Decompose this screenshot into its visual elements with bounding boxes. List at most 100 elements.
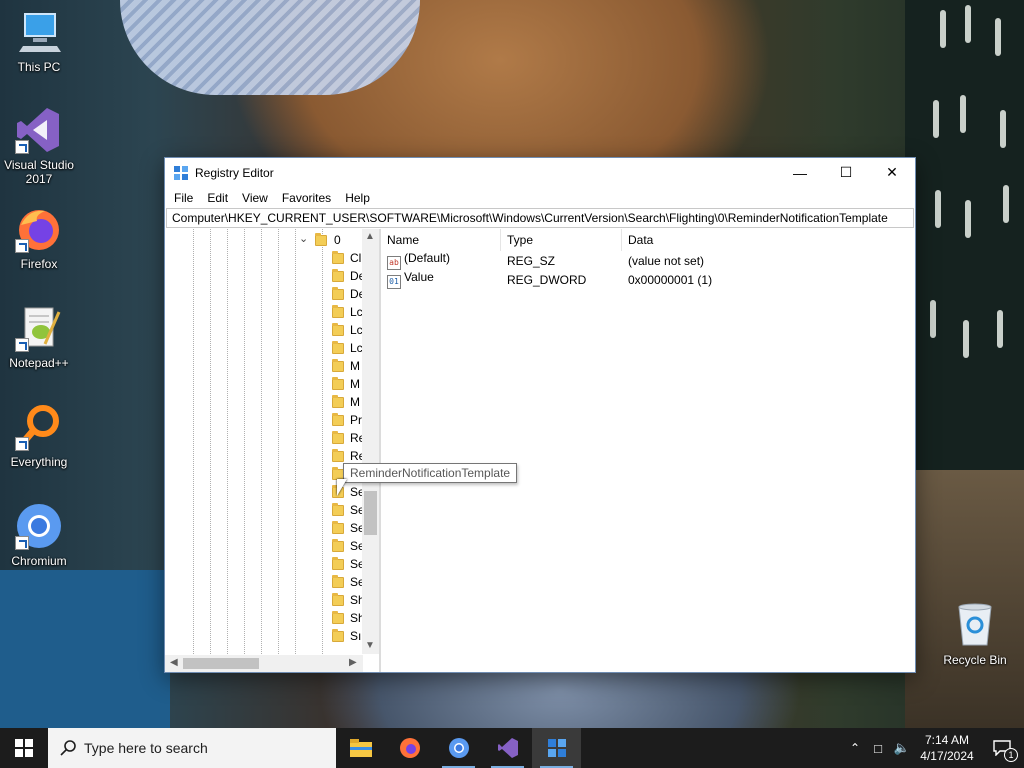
minimize-button[interactable]: — [777, 158, 823, 187]
menu-bar: File Edit View Favorites Help [165, 187, 915, 208]
taskbar-firefox[interactable] [385, 728, 434, 768]
folder-icon [332, 557, 344, 570]
tree-item[interactable]: Lc [165, 321, 365, 339]
taskbar-visual-studio[interactable] [483, 728, 532, 768]
windows-logo-icon [15, 739, 33, 757]
tree-item-label: Sı [350, 629, 362, 643]
value-row-value[interactable]: 01 Value REG_DWORD 0x00000001 (1) [381, 270, 915, 289]
tree-item[interactable]: Se [165, 483, 365, 501]
folder-icon [332, 251, 344, 264]
desktop-icon-this-pc[interactable]: This PC [0, 8, 78, 74]
menu-file[interactable]: File [167, 191, 200, 205]
tree-item[interactable]: M [165, 393, 365, 411]
tree-item[interactable]: M [165, 375, 365, 393]
close-button[interactable]: ✕ [869, 158, 915, 187]
taskbar-registry-editor[interactable] [532, 728, 581, 768]
tree-item[interactable]: Se [165, 501, 365, 519]
tree-item[interactable]: De [165, 285, 365, 303]
title-bar[interactable]: Registry Editor — ☐ ✕ [165, 158, 915, 187]
column-header-data[interactable]: Data [622, 229, 822, 251]
tree-item[interactable]: Se [165, 519, 365, 537]
scroll-left-arrow-icon[interactable]: ◀ [170, 657, 178, 668]
tree-item-label: Se [350, 503, 362, 517]
tree-item[interactable]: Se [165, 555, 365, 573]
network-icon[interactable]: □ [866, 741, 890, 756]
action-center-button[interactable]: 1 [980, 728, 1024, 768]
firefox-icon [15, 205, 63, 253]
volume-muted-icon[interactable]: 🔈 [890, 740, 914, 756]
tree-vertical-scroll-thumb[interactable] [364, 491, 377, 535]
shortcut-arrow-icon [15, 239, 29, 253]
taskbar-search-box[interactable]: Type here to search [48, 728, 336, 768]
tree-horizontal-scrollbar[interactable]: ◀ ▶ [165, 655, 363, 672]
desktop-icon-label: Everything [10, 455, 68, 469]
tree-item[interactable]: De [165, 267, 365, 285]
chevron-down-icon[interactable]: ⌄ [299, 232, 308, 245]
tree-item[interactable]: Lc [165, 303, 365, 321]
taskbar: Type here to search ⌃ □ 🔈 7:14 AM 4/17/2… [0, 728, 1024, 768]
tree-item[interactable]: Cl [165, 249, 365, 267]
chevron-up-icon[interactable]: ⌃ [844, 741, 866, 755]
registry-editor-window[interactable]: Registry Editor — ☐ ✕ File Edit View Fav… [164, 157, 916, 673]
tree-vertical-scrollbar[interactable]: ▲ ▼ [362, 229, 379, 654]
desktop-icon-label: Visual Studio 2017 [4, 158, 74, 186]
shortcut-arrow-icon [15, 536, 29, 550]
tree-item[interactable]: Pr [165, 411, 365, 429]
tree-item[interactable]: Sh [165, 609, 365, 627]
scroll-down-arrow-icon[interactable]: ▼ [365, 640, 375, 651]
taskbar-chromium[interactable] [434, 728, 483, 768]
registry-editor-icon [547, 739, 566, 757]
menu-help[interactable]: Help [338, 191, 377, 205]
tree-item[interactable] [165, 465, 365, 483]
address-bar[interactable]: Computer\HKEY_CURRENT_USER\SOFTWARE\Micr… [166, 208, 914, 228]
desktop-icon-notepadpp[interactable]: Notepad++ [0, 304, 78, 370]
desktop-icon-label: Chromium [11, 554, 67, 568]
clock[interactable]: 7:14 AM 4/17/2024 [914, 732, 980, 764]
menu-view[interactable]: View [235, 191, 275, 205]
desktop-icon-recycle-bin[interactable]: Recycle Bin [936, 601, 1014, 667]
desktop-icon-chromium[interactable]: Chromium [0, 502, 78, 568]
desktop-icon-visual-studio[interactable]: Visual Studio 2017 [0, 106, 78, 186]
tree-item[interactable]: Re [165, 429, 365, 447]
value-row-default[interactable]: ab (Default) REG_SZ (value not set) [381, 251, 915, 270]
tree-item-0[interactable]: ⌄ 0 [165, 231, 365, 249]
column-header-name[interactable]: Name [381, 229, 501, 251]
folder-icon [332, 287, 344, 300]
desktop-icon-firefox[interactable]: Firefox [0, 205, 78, 271]
folder-icon [332, 449, 344, 462]
maximize-button[interactable]: ☐ [823, 158, 869, 187]
tree-item[interactable]: Sı [165, 627, 365, 645]
shortcut-arrow-icon [15, 437, 29, 451]
folder-icon [332, 341, 344, 354]
folder-icon [332, 521, 344, 534]
this-pc-icon [15, 8, 63, 56]
taskbar-file-explorer[interactable] [336, 728, 385, 768]
values-list-pane[interactable]: Name Type Data ab (Default) REG_SZ (value… [380, 229, 915, 672]
tree-item[interactable]: Se [165, 573, 365, 591]
file-explorer-icon [349, 739, 372, 757]
scroll-up-arrow-icon[interactable]: ▲ [365, 231, 375, 242]
value-type: REG_DWORD [507, 272, 587, 287]
folder-icon [332, 593, 344, 606]
tree-item-label: Cl [350, 251, 362, 265]
desktop-icon-label: This PC [17, 60, 61, 74]
scroll-right-arrow-icon[interactable]: ▶ [349, 657, 357, 668]
desktop-icon-label: Notepad++ [9, 356, 69, 370]
column-header-type[interactable]: Type [501, 229, 622, 251]
clock-date: 4/17/2024 [920, 749, 974, 763]
tree-item[interactable]: Se [165, 537, 365, 555]
start-button[interactable] [0, 728, 48, 768]
tree-item[interactable]: Re [165, 447, 365, 465]
key-tree-pane[interactable]: ⌄ 0 ClDeDeLcLcLcMMMPrReReSeSeSeSeSeSeShS… [165, 229, 380, 672]
system-tray: ⌃ □ 🔈 7:14 AM 4/17/2024 1 [844, 728, 1024, 768]
tree-item[interactable]: M [165, 357, 365, 375]
tree-horizontal-scroll-thumb[interactable] [183, 658, 259, 669]
notepadpp-icon [15, 304, 63, 352]
menu-favorites[interactable]: Favorites [275, 191, 338, 205]
tree-item[interactable]: Lc [165, 339, 365, 357]
tree-item[interactable]: Sh [165, 591, 365, 609]
menu-edit[interactable]: Edit [200, 191, 235, 205]
value-type: REG_SZ [507, 253, 556, 268]
tree-item-label: Lc [350, 341, 362, 355]
desktop-icon-everything[interactable]: Everything [0, 403, 78, 469]
